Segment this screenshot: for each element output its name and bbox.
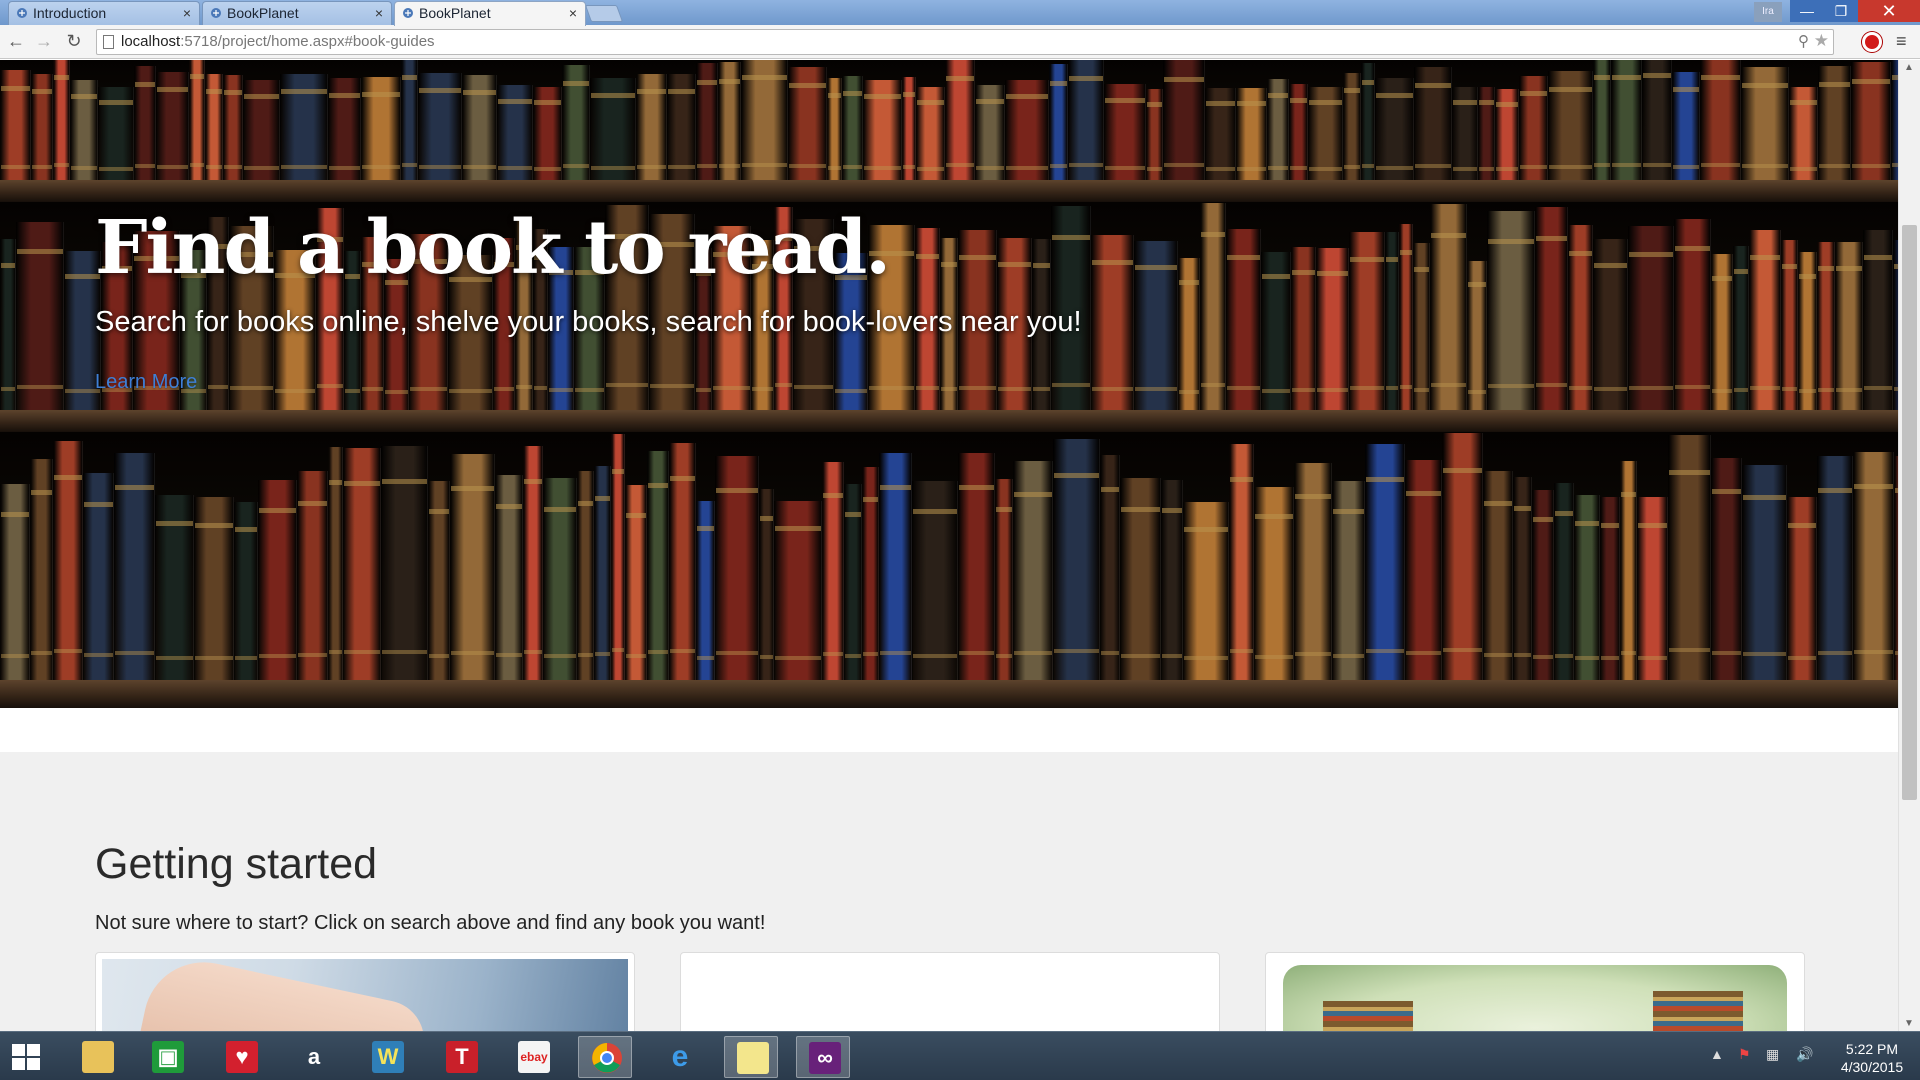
page-favicon-icon: [211, 8, 221, 18]
hero-overlay: [0, 60, 1898, 708]
hero-banner: Find a book to read. Search for books on…: [0, 60, 1898, 708]
taskbar-amazon[interactable]: a: [286, 1036, 340, 1078]
address-bar[interactable]: localhost:5718/project/home.aspx#book-gu…: [96, 29, 1834, 55]
book-stack: [1323, 1001, 1413, 1031]
page-icon: [103, 35, 114, 49]
taskbar-ebay[interactable]: ebay: [506, 1036, 560, 1078]
chrome-icon: [592, 1043, 622, 1073]
tab-introduction[interactable]: Introduction ×: [8, 1, 200, 25]
tab-close-icon[interactable]: ×: [375, 2, 383, 25]
taskbar-store[interactable]: ▣: [140, 1036, 194, 1078]
back-arrow-icon[interactable]: ←: [6, 31, 26, 51]
reload-icon[interactable]: ↻: [64, 31, 84, 51]
address-url[interactable]: localhost:5718/project/home.aspx#book-gu…: [121, 33, 435, 50]
typing-hands-image: [102, 953, 628, 1031]
browser-toolbar: ← → ↻ localhost:5718/project/home.aspx#b…: [0, 25, 1920, 59]
user-profile-badge[interactable]: Ira: [1754, 2, 1782, 22]
getting-started-section: Getting started Not sure where to start?…: [0, 752, 1898, 1031]
url-host: localhost: [121, 33, 181, 50]
extension-icon[interactable]: [1862, 32, 1882, 52]
url-path: :5718/project/home.aspx#book-guides: [180, 33, 435, 50]
clock-date: 4/30/2015: [1840, 1059, 1904, 1075]
scroll-up-arrow-icon[interactable]: ▲: [1904, 62, 1914, 73]
sticky-notes-icon: [737, 1042, 769, 1074]
ebay-icon: ebay: [518, 1041, 550, 1073]
store-icon: ▣: [152, 1041, 184, 1073]
taskbar-iheartradio[interactable]: ♥: [214, 1036, 268, 1078]
minimize-button[interactable]: —: [1790, 0, 1824, 22]
taskbar-visual-studio[interactable]: ∞: [796, 1036, 850, 1078]
page-favicon-icon: [403, 8, 413, 18]
tab-label: BookPlanet: [419, 5, 491, 21]
file-explorer-icon: [82, 1041, 114, 1073]
network-icon[interactable]: ▦: [1766, 1046, 1779, 1063]
browser-tab-strip: Introduction × BookPlanet × BookPlanet ×…: [0, 0, 1920, 26]
menu-icon[interactable]: ≡: [1896, 32, 1910, 50]
book-stack: [1653, 991, 1743, 1031]
volume-icon[interactable]: 🔊: [1796, 1046, 1813, 1063]
taskbar-t-app[interactable]: T: [434, 1036, 488, 1078]
taskbar-file-explorer[interactable]: [70, 1036, 124, 1078]
tab-label: BookPlanet: [227, 5, 299, 21]
clock-time: 5:22 PM: [1845, 1041, 1899, 1057]
taskbar-sticky-notes[interactable]: [724, 1036, 778, 1078]
getting-started-title: Getting started: [95, 840, 378, 888]
maximize-button[interactable]: ❐: [1824, 0, 1858, 22]
windows-start-icon[interactable]: [12, 1044, 40, 1070]
tab-close-icon[interactable]: ×: [183, 2, 191, 25]
iheartradio-icon: ♥: [226, 1041, 258, 1073]
guide-card-community[interactable]: [1265, 952, 1805, 1031]
page-scrollbar[interactable]: ▲ ▼: [1898, 60, 1920, 1031]
guide-card-shelve[interactable]: [680, 952, 1220, 1031]
bookmark-star-icon[interactable]: ★: [1814, 31, 1829, 51]
book-stacks-image: [1283, 965, 1787, 1031]
hero-subtitle: Search for books online, shelve your boo…: [95, 306, 1082, 338]
taskbar-games[interactable]: W: [360, 1036, 414, 1078]
learn-more-link[interactable]: Learn More: [95, 371, 197, 394]
page-viewport: Find a book to read. Search for books on…: [0, 60, 1920, 1031]
action-center-flag-icon[interactable]: ⚑: [1738, 1046, 1751, 1063]
windows-taskbar: ▣ ♥ a W T ebay e ∞ ▲ ⚑ ▦ 🔊 5:22 PM 4/30/…: [0, 1031, 1920, 1080]
tab-bookplanet[interactable]: BookPlanet ×: [202, 1, 392, 25]
games-icon: W: [372, 1041, 404, 1073]
forward-arrow-icon[interactable]: →: [34, 31, 54, 51]
taskbar-clock[interactable]: 5:22 PM 4/30/2015: [1832, 1040, 1912, 1076]
tab-label: Introduction: [33, 5, 107, 21]
taskbar-chrome[interactable]: [578, 1036, 632, 1078]
scroll-down-arrow-icon[interactable]: ▼: [1904, 1018, 1914, 1029]
new-tab-button[interactable]: [584, 5, 624, 22]
hand-shape: [132, 953, 432, 1031]
internet-explorer-icon: e: [671, 1040, 689, 1073]
close-window-button[interactable]: ✕: [1858, 0, 1920, 22]
visual-studio-icon: ∞: [809, 1042, 841, 1074]
tab-close-icon[interactable]: ×: [569, 2, 577, 25]
zoom-icon[interactable]: ⚲: [1798, 32, 1809, 50]
page-favicon-icon: [17, 8, 27, 18]
guide-card-search[interactable]: [95, 952, 635, 1031]
scrollbar-thumb[interactable]: [1902, 225, 1917, 800]
show-hidden-icons-icon[interactable]: ▲: [1710, 1046, 1724, 1062]
hero-title: Find a book to read.: [95, 205, 891, 291]
taskbar-internet-explorer[interactable]: e: [652, 1036, 706, 1078]
t-app-icon: T: [446, 1041, 478, 1073]
getting-started-subtitle: Not sure where to start? Click on search…: [95, 912, 766, 934]
tab-bookplanet-active[interactable]: BookPlanet ×: [394, 1, 586, 26]
amazon-icon: a: [307, 1044, 321, 1069]
